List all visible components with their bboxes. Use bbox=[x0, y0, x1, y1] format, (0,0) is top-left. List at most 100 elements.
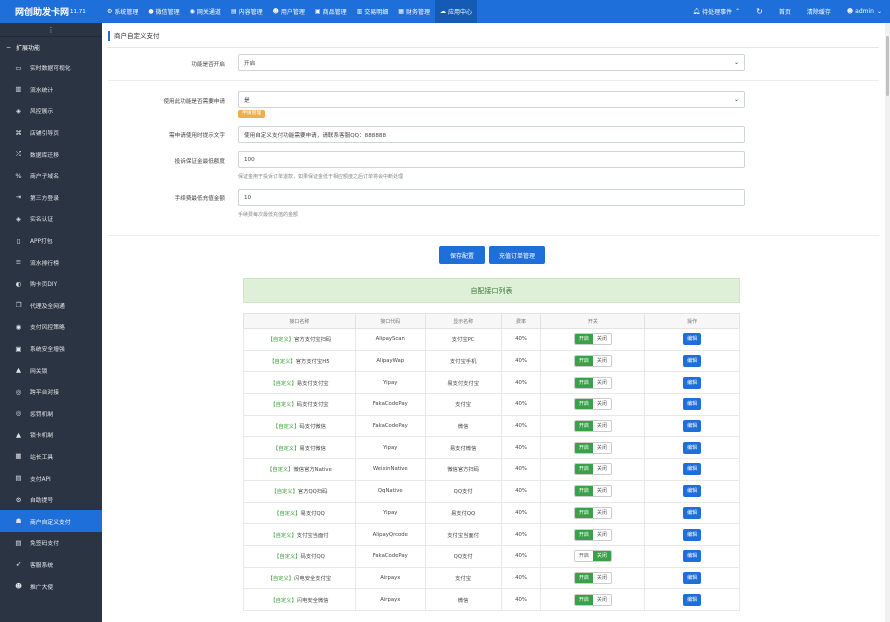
deposit-input[interactable]: 100 bbox=[238, 151, 745, 168]
topnav-item-4[interactable]: ☻ 用户管理 bbox=[268, 0, 310, 23]
pending-events-button[interactable]: 🔔︎ 待处理事件 ⌃ bbox=[684, 0, 748, 23]
edit-button[interactable]: 编辑 bbox=[683, 441, 702, 454]
sidebar-item-22[interactable]: ▤ 免签码支付 bbox=[0, 532, 102, 554]
sidebar-item-5[interactable]: % 商户子域名 bbox=[0, 165, 102, 187]
edit-button[interactable]: 编辑 bbox=[683, 463, 702, 476]
toggle-on-option[interactable]: 开启 bbox=[574, 572, 593, 583]
sidebar-item-7[interactable]: ◈ 实名认证 bbox=[0, 208, 102, 230]
sidebar-item-18[interactable]: ▦ 站长工具 bbox=[0, 446, 102, 468]
enable-toggle[interactable]: 开启 关闭 bbox=[573, 506, 612, 519]
sidebar-item-17[interactable]: ▲ 锁卡机制 bbox=[0, 424, 102, 446]
enabled-select[interactable]: 开启 ⌄ bbox=[238, 54, 745, 71]
topnav-item-3[interactable]: ▤ 内容管理 bbox=[226, 0, 268, 23]
enable-toggle[interactable]: 开启 关闭 bbox=[573, 550, 612, 563]
sidebar-item-1[interactable]: ▥ 流水统计 bbox=[0, 79, 102, 101]
toggle-off-option[interactable]: 关闭 bbox=[592, 421, 611, 432]
edit-button[interactable]: 编辑 bbox=[683, 550, 702, 563]
apply-manage-badge[interactable]: 申请管理 bbox=[238, 110, 266, 118]
toggle-off-option[interactable]: 关闭 bbox=[592, 529, 611, 540]
enable-toggle[interactable]: 开启 关闭 bbox=[573, 398, 612, 411]
sidebar-item-2[interactable]: ◈ 风控展示 bbox=[0, 100, 102, 122]
toggle-off-option[interactable]: 关闭 bbox=[592, 486, 611, 497]
topnav-item-5[interactable]: ▣ 商品管理 bbox=[310, 0, 352, 23]
topnav-item-2[interactable]: ◉ 网关通道 bbox=[185, 0, 226, 23]
sidebar-item-9[interactable]: ≡ 流水排行榜 bbox=[0, 251, 102, 273]
sidebar-toggle[interactable]: ⋮ bbox=[0, 23, 102, 37]
sidebar-item-16[interactable]: ◎ 惩罚机制 bbox=[0, 403, 102, 425]
user-menu[interactable]: ☻ admin ⌄ bbox=[839, 0, 890, 23]
enable-toggle[interactable]: 开启 关闭 bbox=[573, 463, 612, 476]
enable-toggle[interactable]: 开启 关闭 bbox=[573, 528, 612, 541]
fee-input[interactable]: 10 bbox=[238, 189, 745, 206]
save-config-button[interactable]: 保存配置 bbox=[439, 246, 485, 264]
toggle-on-option[interactable]: 开启 bbox=[574, 442, 593, 453]
sidebar-item-11[interactable]: ❐ 代理及全网通 bbox=[0, 295, 102, 317]
toggle-off-option[interactable]: 关闭 bbox=[592, 551, 611, 562]
toggle-on-option[interactable]: 开启 bbox=[574, 594, 593, 605]
enable-toggle[interactable]: 开启 关闭 bbox=[573, 441, 612, 454]
toggle-on-option[interactable]: 开启 bbox=[574, 464, 593, 475]
toggle-off-option[interactable]: 关闭 bbox=[592, 356, 611, 367]
sidebar-item-4[interactable]: ⤮ 数据库迁移 bbox=[0, 143, 102, 165]
enable-toggle[interactable]: 开启 关闭 bbox=[573, 571, 612, 584]
enable-toggle[interactable]: 开启 关闭 bbox=[573, 355, 612, 368]
refresh-button[interactable]: ↻ bbox=[748, 0, 771, 23]
toggle-off-option[interactable]: 关闭 bbox=[592, 442, 611, 453]
apply-tip-input[interactable]: 使用自定义支付功能需要申请，请联系客服QQ：888888 bbox=[238, 126, 745, 143]
edit-button[interactable]: 编辑 bbox=[683, 398, 702, 411]
toggle-on-option[interactable]: 开启 bbox=[574, 356, 593, 367]
scrollbar-thumb[interactable] bbox=[886, 36, 889, 96]
sidebar-item-23[interactable]: ➶ 客服系统 bbox=[0, 554, 102, 576]
edit-button[interactable]: 编辑 bbox=[683, 528, 702, 541]
sidebar-item-3[interactable]: ⌘ 店铺引导页 bbox=[0, 122, 102, 144]
app-brand[interactable]: 网创助发卡网 11.71 bbox=[0, 0, 102, 23]
sidebar-item-24[interactable]: ☻ 推广大使 bbox=[0, 575, 102, 597]
edit-button[interactable]: 编辑 bbox=[683, 593, 702, 606]
toggle-off-option[interactable]: 关闭 bbox=[592, 399, 611, 410]
enable-toggle[interactable]: 开启 关闭 bbox=[573, 333, 612, 346]
sidebar-item-14[interactable]: ▲ 网关锁 bbox=[0, 359, 102, 381]
toggle-on-option[interactable]: 开启 bbox=[574, 399, 593, 410]
sidebar-item-12[interactable]: ◉ 支付风控策略 bbox=[0, 316, 102, 338]
topnav-item-0[interactable]: ⚙ 系统管理 bbox=[102, 0, 143, 23]
edit-button[interactable]: 编辑 bbox=[683, 571, 702, 584]
edit-button[interactable]: 编辑 bbox=[683, 333, 702, 346]
enable-toggle[interactable]: 开启 关闭 bbox=[573, 485, 612, 498]
edit-button[interactable]: 编辑 bbox=[683, 376, 702, 389]
enable-toggle[interactable]: 开启 关闭 bbox=[573, 376, 612, 389]
toggle-off-option[interactable]: 关闭 bbox=[592, 572, 611, 583]
toggle-off-option[interactable]: 关闭 bbox=[592, 594, 611, 605]
topnav-item-1[interactable]: ● 微信管理 bbox=[143, 0, 184, 23]
enable-toggle[interactable]: 开启 关闭 bbox=[573, 593, 612, 606]
toggle-on-option[interactable]: 开启 bbox=[574, 377, 593, 388]
home-link[interactable]: 首页 bbox=[771, 0, 799, 23]
sidebar-group-extensions[interactable]: − 扩展功能 bbox=[0, 37, 102, 57]
edit-button[interactable]: 编辑 bbox=[683, 355, 702, 368]
recharge-orders-button[interactable]: 充值订单管理 bbox=[489, 246, 545, 264]
toggle-off-option[interactable]: 关闭 bbox=[592, 464, 611, 475]
enable-toggle[interactable]: 开启 关闭 bbox=[573, 420, 612, 433]
toggle-on-option[interactable]: 开启 bbox=[574, 551, 593, 562]
toggle-off-option[interactable]: 关闭 bbox=[592, 507, 611, 518]
sidebar-item-8[interactable]: ▯ APP打包 bbox=[0, 230, 102, 252]
sidebar-item-20[interactable]: ⚙ 自助提号 bbox=[0, 489, 102, 511]
sidebar-item-15[interactable]: ◎ 跨平台对接 bbox=[0, 381, 102, 403]
sidebar-item-0[interactable]: ▭ 实时数据可视化 bbox=[0, 57, 102, 79]
topnav-item-8[interactable]: ☁ 应用中心 bbox=[434, 0, 477, 23]
edit-button[interactable]: 编辑 bbox=[683, 485, 702, 498]
need-apply-select[interactable]: 是 ⌄ bbox=[238, 91, 745, 108]
edit-button[interactable]: 编辑 bbox=[683, 420, 702, 433]
sidebar-item-19[interactable]: ▤ 支付API bbox=[0, 467, 102, 489]
topnav-item-7[interactable]: ▦ 财务管理 bbox=[393, 0, 435, 23]
page-scrollbar[interactable] bbox=[885, 23, 890, 622]
edit-button[interactable]: 编辑 bbox=[683, 506, 702, 519]
toggle-on-option[interactable]: 开启 bbox=[574, 507, 593, 518]
sidebar-item-21[interactable]: ☗ 商户自定义支付 bbox=[0, 510, 102, 533]
toggle-off-option[interactable]: 关闭 bbox=[592, 334, 611, 345]
toggle-on-option[interactable]: 开启 bbox=[574, 529, 593, 540]
toggle-on-option[interactable]: 开启 bbox=[574, 486, 593, 497]
toggle-off-option[interactable]: 关闭 bbox=[592, 377, 611, 388]
sidebar-item-6[interactable]: ⇥ 第三方登录 bbox=[0, 187, 102, 209]
topnav-item-6[interactable]: ▥ 交易明细 bbox=[352, 0, 394, 23]
toggle-on-option[interactable]: 开启 bbox=[574, 421, 593, 432]
